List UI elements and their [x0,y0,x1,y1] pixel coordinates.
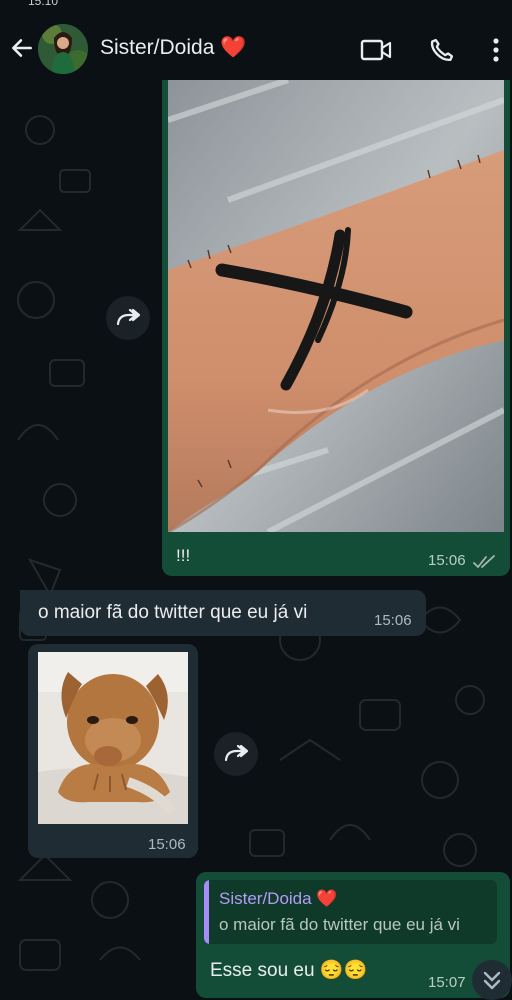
chat-header: Sister/Doida ❤️ [0,10,512,88]
incoming-text-message[interactable]: o maior fã do twitter que eu já vi 15:06 [20,590,426,636]
video-call-button[interactable] [360,34,392,66]
contact-name[interactable]: Sister/Doida ❤️ [100,36,246,60]
incoming-image-message[interactable]: 15:06 [28,644,198,858]
message-time: 15:06 [148,836,186,853]
phone-call-icon [430,38,454,62]
quoted-author: Sister/Doida ❤️ [219,889,338,909]
outgoing-reply-message[interactable]: Sister/Doida ❤️ o maior fã do twitter qu… [196,872,510,998]
forward-icon [116,308,141,326]
contact-name-text: Sister/Doida [100,36,215,59]
quoted-author-emoji: ❤️ [316,889,338,908]
video-call-icon [360,39,392,61]
more-vertical-icon [493,38,499,62]
chat-screen: 15:10 Sister/Doida ❤️ !!! 15:06 o maior … [0,0,512,1000]
quote-accent-bar [204,880,209,944]
back-button[interactable] [8,34,36,62]
tattoo-photo[interactable] [168,80,504,532]
arrow-left-icon [12,39,32,57]
scroll-to-bottom-button[interactable] [472,960,512,1000]
quoted-message[interactable]: Sister/Doida ❤️ o maior fã do twitter qu… [204,880,497,944]
outgoing-image-message[interactable]: !!! 15:06 [162,80,510,576]
quoted-text: o maior fã do twitter que eu já vi [219,915,460,934]
contact-heart-emoji: ❤️ [220,36,247,59]
message-text: o maior fã do twitter que eu já vi [38,602,308,623]
forward-icon [224,744,249,762]
voice-call-button[interactable] [426,34,458,66]
status-time: 15:10 [28,0,59,8]
image-caption: !!! [176,546,191,565]
message-time: 15:07 [428,974,466,991]
more-options-button[interactable] [484,34,508,66]
message-time: 15:06 [428,552,466,569]
status-bar: 15:10 [0,0,512,10]
contact-avatar[interactable] [38,24,88,74]
double-check-icon [473,555,495,568]
quoted-author-name: Sister/Doida [219,889,312,908]
message-time: 15:06 [374,612,412,629]
forward-button-2[interactable] [214,732,258,776]
avatar-image [38,24,88,74]
message-text: Esse sou eu 😔😔 [210,960,368,981]
double-chevron-down-icon [483,971,501,990]
dog-photo[interactable] [38,652,188,824]
forward-button[interactable] [106,296,150,340]
